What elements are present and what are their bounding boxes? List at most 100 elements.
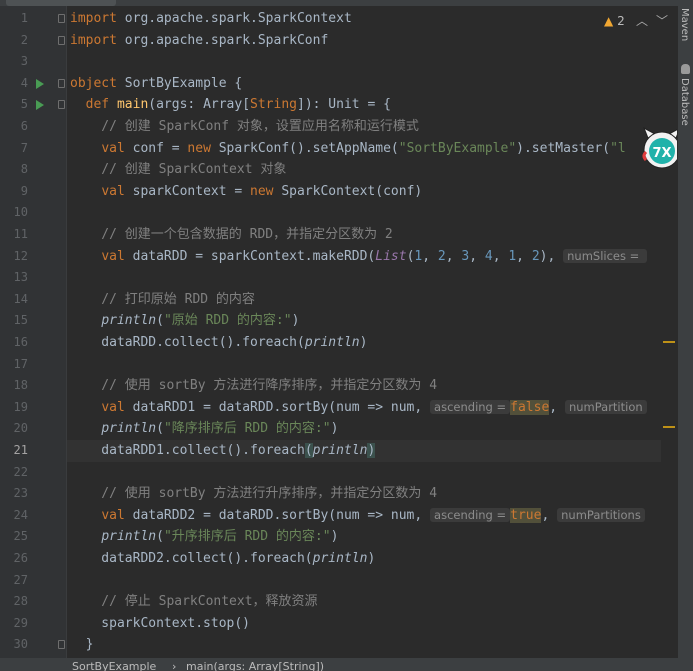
code-line[interactable] <box>67 570 661 592</box>
code-token: val <box>101 183 133 199</box>
code-line[interactable]: println("原始 RDD 的内容:") <box>67 310 661 332</box>
breadcrumb-method[interactable]: main(args: Array[String]) <box>186 660 324 671</box>
code-token: ]): Unit = { <box>297 97 391 113</box>
warning-marker[interactable] <box>663 341 675 343</box>
code-token: "l <box>610 140 626 156</box>
warning-icon: ▲ <box>604 14 614 28</box>
fold-icon[interactable] <box>58 14 65 23</box>
code-line[interactable] <box>67 354 661 376</box>
code-line[interactable] <box>67 202 661 224</box>
line-number: 18 <box>13 378 28 393</box>
code-line[interactable]: val dataRDD = sparkContext.makeRDD(List(… <box>67 246 661 268</box>
code-line[interactable]: sparkContext.stop() <box>67 613 661 635</box>
code-line[interactable] <box>67 267 661 289</box>
code-text: dataRDD2.collect().foreach(println) <box>70 548 375 570</box>
code-token: "原始 RDD 的内容:" <box>163 313 292 329</box>
run-gutter-icon[interactable] <box>36 78 44 89</box>
code-line[interactable]: import org.apache.spark.SparkConf <box>67 30 661 52</box>
code-line[interactable]: // 打印原始 RDD 的内容 <box>67 289 661 311</box>
code-line[interactable]: // 创建 SparkContext 对象 <box>67 159 661 181</box>
line-number: 28 <box>13 594 28 609</box>
code-line[interactable]: // 创建一个包含数据的 RDD，并指定分区数为 2 <box>67 224 661 246</box>
code-line[interactable]: object SortByExample { <box>67 73 661 95</box>
code-line[interactable]: import org.apache.spark.SparkContext <box>67 8 661 30</box>
line-number: 29 <box>13 615 28 630</box>
code-line[interactable]: println("降序排序后 RDD 的内容:") <box>67 418 661 440</box>
code-token: val <box>101 507 133 523</box>
code-token: println <box>101 313 157 329</box>
code-line[interactable] <box>67 462 661 484</box>
parameter-hint: numPartition <box>564 399 647 414</box>
code-line[interactable]: // 创建 SparkConf 对象，设置应用名称和运行模式 <box>67 116 661 138</box>
fold-icon[interactable] <box>58 100 65 110</box>
code-line[interactable]: } <box>67 634 661 656</box>
code-line[interactable]: println("升序排序后 RDD 的内容:") <box>67 526 661 548</box>
code-line[interactable]: val sparkContext = new SparkContext(conf… <box>67 181 661 203</box>
code-token: println <box>101 529 157 545</box>
code-line[interactable]: val conf = new SparkConf().setAppName("S… <box>67 138 661 160</box>
code-token: ( <box>156 421 164 437</box>
code-text: import org.apache.spark.SparkContext <box>70 8 352 30</box>
code-line[interactable]: // 使用 sortBy 方法进行降序排序，并指定分区数为 4 <box>67 375 661 397</box>
code-token: , <box>549 399 565 415</box>
line-number: 22 <box>13 464 28 479</box>
fold-icon[interactable] <box>58 35 65 45</box>
code-token: , <box>492 248 509 264</box>
database-icon <box>681 64 690 74</box>
inspection-widget[interactable]: ▲ 2 <box>604 14 625 28</box>
code-line[interactable] <box>67 51 661 73</box>
line-number: 8 <box>20 162 28 177</box>
code-token: "SortByExample" <box>398 140 517 156</box>
code-token: , <box>541 507 558 523</box>
fold-icon[interactable] <box>58 78 65 88</box>
code-token: ).setMaster( <box>516 140 611 156</box>
code-token: new <box>187 140 219 156</box>
line-number: 13 <box>13 270 28 285</box>
run-gutter-icon[interactable] <box>36 100 44 111</box>
code-token: import <box>70 32 125 48</box>
warning-count: 2 <box>617 14 625 28</box>
code-line[interactable]: def main(args: Array[String]): Unit = { <box>67 94 661 116</box>
code-token: 2 <box>531 248 540 264</box>
line-number-gutter: 1 2 3 4 5 6 7 8 9 10 11 12 13 14 15 16 17 18 19 20 21 22 23 24 2… <box>0 6 66 658</box>
line-number: 21 <box>13 443 28 457</box>
code-token: dataRDD2 = dataRDD.sortBy(num => num, <box>132 507 431 523</box>
code-editor[interactable]: import org.apache.spark.SparkContext impo… <box>67 6 661 658</box>
code-token: import <box>70 11 125 26</box>
code-text: // 打印原始 RDD 的内容 <box>70 289 255 311</box>
line-number: 26 <box>13 551 28 565</box>
code-text: // 使用 sortBy 方法进行降序排序，并指定分区数为 4 <box>70 375 437 397</box>
code-line[interactable]: // 停止 SparkContext，释放资源 <box>67 591 661 613</box>
breadcrumb: SortByExample › main(args: Array[String]… <box>0 658 693 671</box>
previous-highlight-icon[interactable]: ︿ <box>636 12 648 29</box>
editor-scrollbar[interactable] <box>663 6 677 658</box>
code-token: // 打印原始 RDD 的内容 <box>70 291 255 307</box>
breadcrumb-object[interactable]: SortByExample <box>72 660 156 671</box>
code-line[interactable]: val dataRDD2 = dataRDD.sortBy(num => num… <box>67 505 661 527</box>
line-number: 10 <box>13 205 28 220</box>
code-token: ( <box>156 529 164 545</box>
code-token: 1 <box>508 248 517 264</box>
maven-tool-button[interactable]: Maven <box>679 8 690 41</box>
warning-marker[interactable] <box>663 426 675 428</box>
code-line[interactable]: dataRDD.collect().foreach(println) <box>67 332 661 354</box>
code-text: println("升序排序后 RDD 的内容:") <box>70 526 338 548</box>
line-number: 19 <box>13 399 28 414</box>
database-tool-button[interactable]: Database <box>679 78 690 126</box>
line-number: 9 <box>20 183 28 198</box>
line-number: 27 <box>13 572 28 587</box>
code-token: def <box>85 97 117 113</box>
code-line[interactable]: dataRDD2.collect().foreach(println) <box>67 548 661 570</box>
parameter-hint: numSlices = <box>563 248 647 263</box>
code-line[interactable]: val dataRDD1 = dataRDD.sortBy(num => num… <box>67 397 661 419</box>
line-number: 1 <box>20 11 28 25</box>
code-line[interactable]: // 使用 sortBy 方法进行升序排序，并指定分区数为 4 <box>67 483 661 505</box>
line-number: 2 <box>20 32 28 47</box>
code-token: println <box>101 421 157 437</box>
code-line[interactable]: dataRDD1.collect().foreach(println) <box>67 440 661 462</box>
code-token: , <box>516 248 532 264</box>
fold-icon[interactable] <box>58 640 65 650</box>
